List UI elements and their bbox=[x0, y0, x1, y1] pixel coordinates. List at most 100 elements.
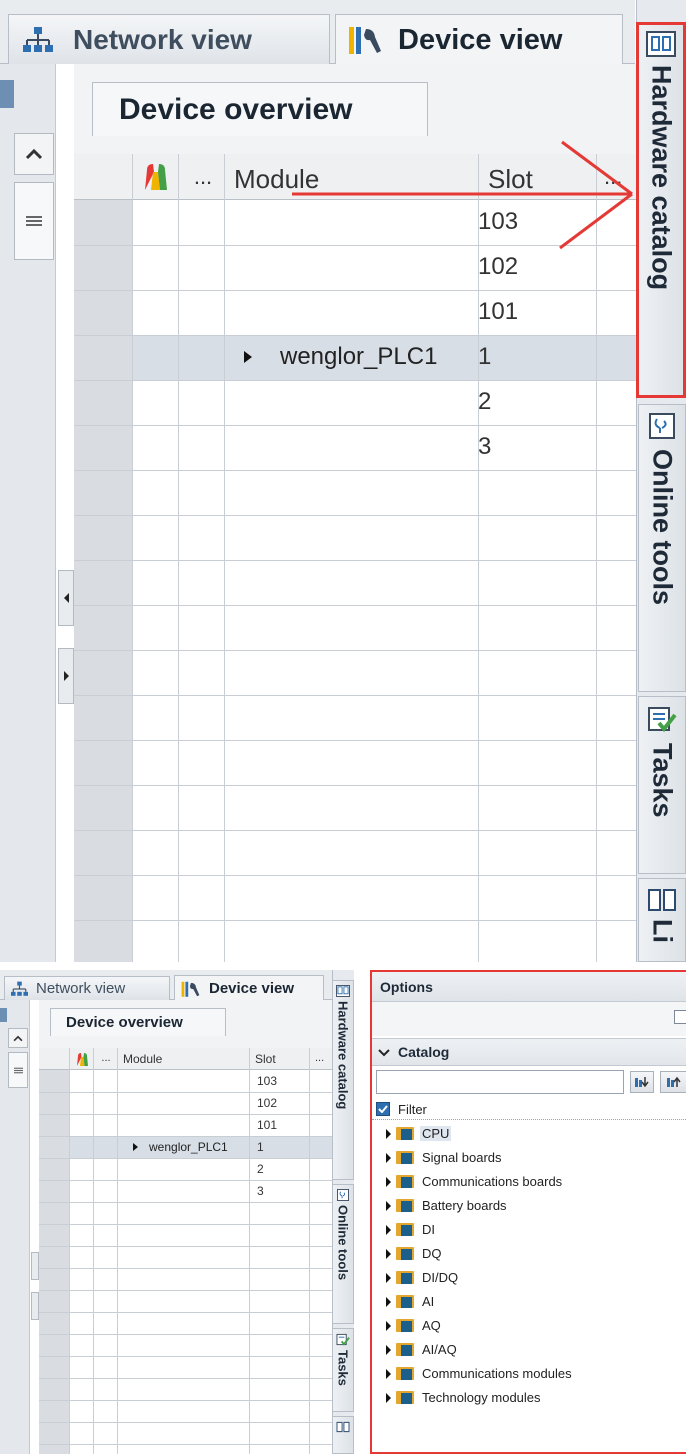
grid-line bbox=[39, 1268, 332, 1269]
panel-toolbar bbox=[372, 1002, 686, 1036]
expand-arrow-icon[interactable] bbox=[244, 351, 252, 363]
expand-arrow-icon[interactable] bbox=[386, 1249, 391, 1259]
column-header-ellipsis[interactable]: ... bbox=[180, 164, 226, 194]
table-row[interactable]: 3 bbox=[132, 425, 636, 470]
folder-icon bbox=[396, 1126, 414, 1140]
expand-arrow-icon[interactable] bbox=[133, 1143, 138, 1151]
splitter-right-button[interactable] bbox=[31, 1292, 39, 1320]
tab-device-view[interactable]: Device view bbox=[335, 14, 623, 65]
splitter-left-button[interactable] bbox=[31, 1252, 39, 1280]
expand-arrow-icon[interactable] bbox=[386, 1297, 391, 1307]
tree-item-di[interactable]: DI bbox=[372, 1218, 672, 1242]
side-tab-online-tools-label: Online tools bbox=[647, 449, 678, 606]
side-tab-libraries[interactable] bbox=[332, 1416, 354, 1454]
side-tab-tasks[interactable]: Tasks bbox=[638, 696, 686, 874]
tree-item-ai-aq[interactable]: AI/AQ bbox=[372, 1338, 672, 1362]
tab-network-view[interactable]: Network view bbox=[4, 976, 170, 1000]
tree-item-ai[interactable]: AI bbox=[372, 1290, 672, 1314]
scroll-up-button[interactable] bbox=[14, 133, 54, 175]
column-divider bbox=[117, 1048, 118, 1454]
splitter-left-button[interactable] bbox=[58, 570, 74, 626]
tree-item-label: Signal boards bbox=[422, 1150, 502, 1165]
side-tab-hardware-catalog[interactable]: Hardware catalog bbox=[332, 980, 354, 1180]
expand-panel-icon[interactable] bbox=[674, 1010, 686, 1024]
catalog-header[interactable]: Catalog bbox=[372, 1038, 686, 1066]
tab-device-view[interactable]: Device view bbox=[174, 975, 324, 1001]
tree-item-battery-boards[interactable]: Battery boards bbox=[372, 1194, 672, 1218]
table-row[interactable]: 3 bbox=[69, 1180, 332, 1202]
tree-item-label: DI bbox=[422, 1222, 435, 1237]
search-button[interactable] bbox=[630, 1071, 654, 1093]
grip-icon bbox=[26, 216, 42, 226]
scroll-up-button[interactable] bbox=[8, 1028, 28, 1048]
table-row[interactable]: 101 bbox=[132, 290, 636, 335]
left-edge-icon bbox=[0, 1008, 7, 1022]
table-row[interactable]: 102 bbox=[69, 1092, 332, 1114]
tree-item-dq[interactable]: DQ bbox=[372, 1242, 672, 1266]
expand-arrow-icon[interactable] bbox=[386, 1321, 391, 1331]
expand-arrow-icon[interactable] bbox=[386, 1225, 391, 1235]
tree-item-label: DQ bbox=[422, 1246, 442, 1261]
column-divider bbox=[478, 154, 479, 962]
expand-arrow-icon[interactable] bbox=[386, 1345, 391, 1355]
tree-item-label: Technology modules bbox=[422, 1390, 541, 1405]
tab-device-view-label: Device view bbox=[398, 23, 563, 56]
tree-item-label: Communications boards bbox=[422, 1174, 563, 1189]
tab-device-overview[interactable]: Device overview bbox=[92, 82, 428, 136]
column-header-ellipsis[interactable]: ... bbox=[95, 1052, 117, 1064]
grid-line bbox=[39, 1444, 332, 1445]
expand-arrow-icon[interactable] bbox=[386, 1129, 391, 1139]
expand-arrow-icon[interactable] bbox=[386, 1369, 391, 1379]
column-header-slot[interactable]: Slot bbox=[255, 1052, 305, 1066]
table-row[interactable]: 2 bbox=[132, 380, 636, 425]
table-row[interactable]: wenglor_PLC1 1 bbox=[132, 335, 636, 380]
expand-arrow-icon[interactable] bbox=[386, 1153, 391, 1163]
tree-item-signal-boards[interactable]: Signal boards bbox=[372, 1146, 672, 1170]
checkmark-icon bbox=[378, 1105, 388, 1113]
tab-device-overview[interactable]: Device overview bbox=[50, 1008, 226, 1036]
side-tab-tasks[interactable]: Tasks bbox=[332, 1328, 354, 1412]
splitter-right-button[interactable] bbox=[58, 648, 74, 704]
tree-item-technology-modules[interactable]: Technology modules bbox=[372, 1386, 672, 1410]
expand-arrow-icon[interactable] bbox=[386, 1177, 391, 1187]
search-up-button[interactable] bbox=[660, 1071, 686, 1093]
row-header-column bbox=[39, 1048, 69, 1454]
folder-icon bbox=[396, 1246, 414, 1260]
tree-item-communications-boards[interactable]: Communications boards bbox=[372, 1170, 672, 1194]
tree-item-label: AQ bbox=[422, 1318, 441, 1333]
tree-item-di-dq[interactable]: DI/DQ bbox=[372, 1266, 672, 1290]
grid-line bbox=[74, 560, 636, 561]
expand-arrow-icon[interactable] bbox=[386, 1201, 391, 1211]
expand-arrow-icon[interactable] bbox=[386, 1393, 391, 1403]
side-tab-online-tools[interactable]: Online tools bbox=[332, 1184, 354, 1324]
column-divider bbox=[596, 154, 597, 962]
tree-item-communications-modules[interactable]: Communications modules bbox=[372, 1362, 672, 1386]
column-header-more[interactable]: ... bbox=[315, 1052, 331, 1064]
table-row[interactable]: wenglor_PLC1 1 bbox=[69, 1136, 332, 1158]
online-tools-icon bbox=[649, 413, 675, 439]
scroll-thumb[interactable] bbox=[14, 182, 54, 260]
table-row[interactable]: 101 bbox=[69, 1114, 332, 1136]
filter-checkbox[interactable] bbox=[376, 1102, 390, 1116]
expand-arrow-icon[interactable] bbox=[386, 1273, 391, 1283]
grip-icon bbox=[13, 1067, 23, 1073]
tree-item-aq[interactable]: AQ bbox=[372, 1314, 672, 1338]
table-row[interactable]: 103 bbox=[69, 1070, 332, 1092]
arrow-left-icon bbox=[63, 593, 69, 603]
tree-item-cpu[interactable]: CPU bbox=[372, 1122, 672, 1146]
table-row[interactable]: 2 bbox=[69, 1158, 332, 1180]
tasks-icon bbox=[648, 707, 677, 733]
catalog-search-input[interactable] bbox=[376, 1070, 624, 1094]
side-tab-libraries[interactable]: Li bbox=[638, 878, 686, 962]
network-icon bbox=[23, 26, 53, 54]
column-header-module[interactable]: Module bbox=[123, 1052, 243, 1066]
grid-line bbox=[39, 1400, 332, 1401]
folder-icon bbox=[396, 1150, 414, 1164]
grid-line bbox=[74, 695, 636, 696]
tab-network-view[interactable]: Network view bbox=[8, 14, 330, 64]
side-tab-online-tools[interactable]: Online tools bbox=[638, 404, 686, 692]
side-tab-hardware-catalog[interactable]: Hardware catalog bbox=[636, 22, 686, 398]
scroll-thumb[interactable] bbox=[8, 1052, 28, 1088]
tab-device-overview-label: Device overview bbox=[119, 92, 353, 126]
grid-line bbox=[74, 335, 636, 336]
